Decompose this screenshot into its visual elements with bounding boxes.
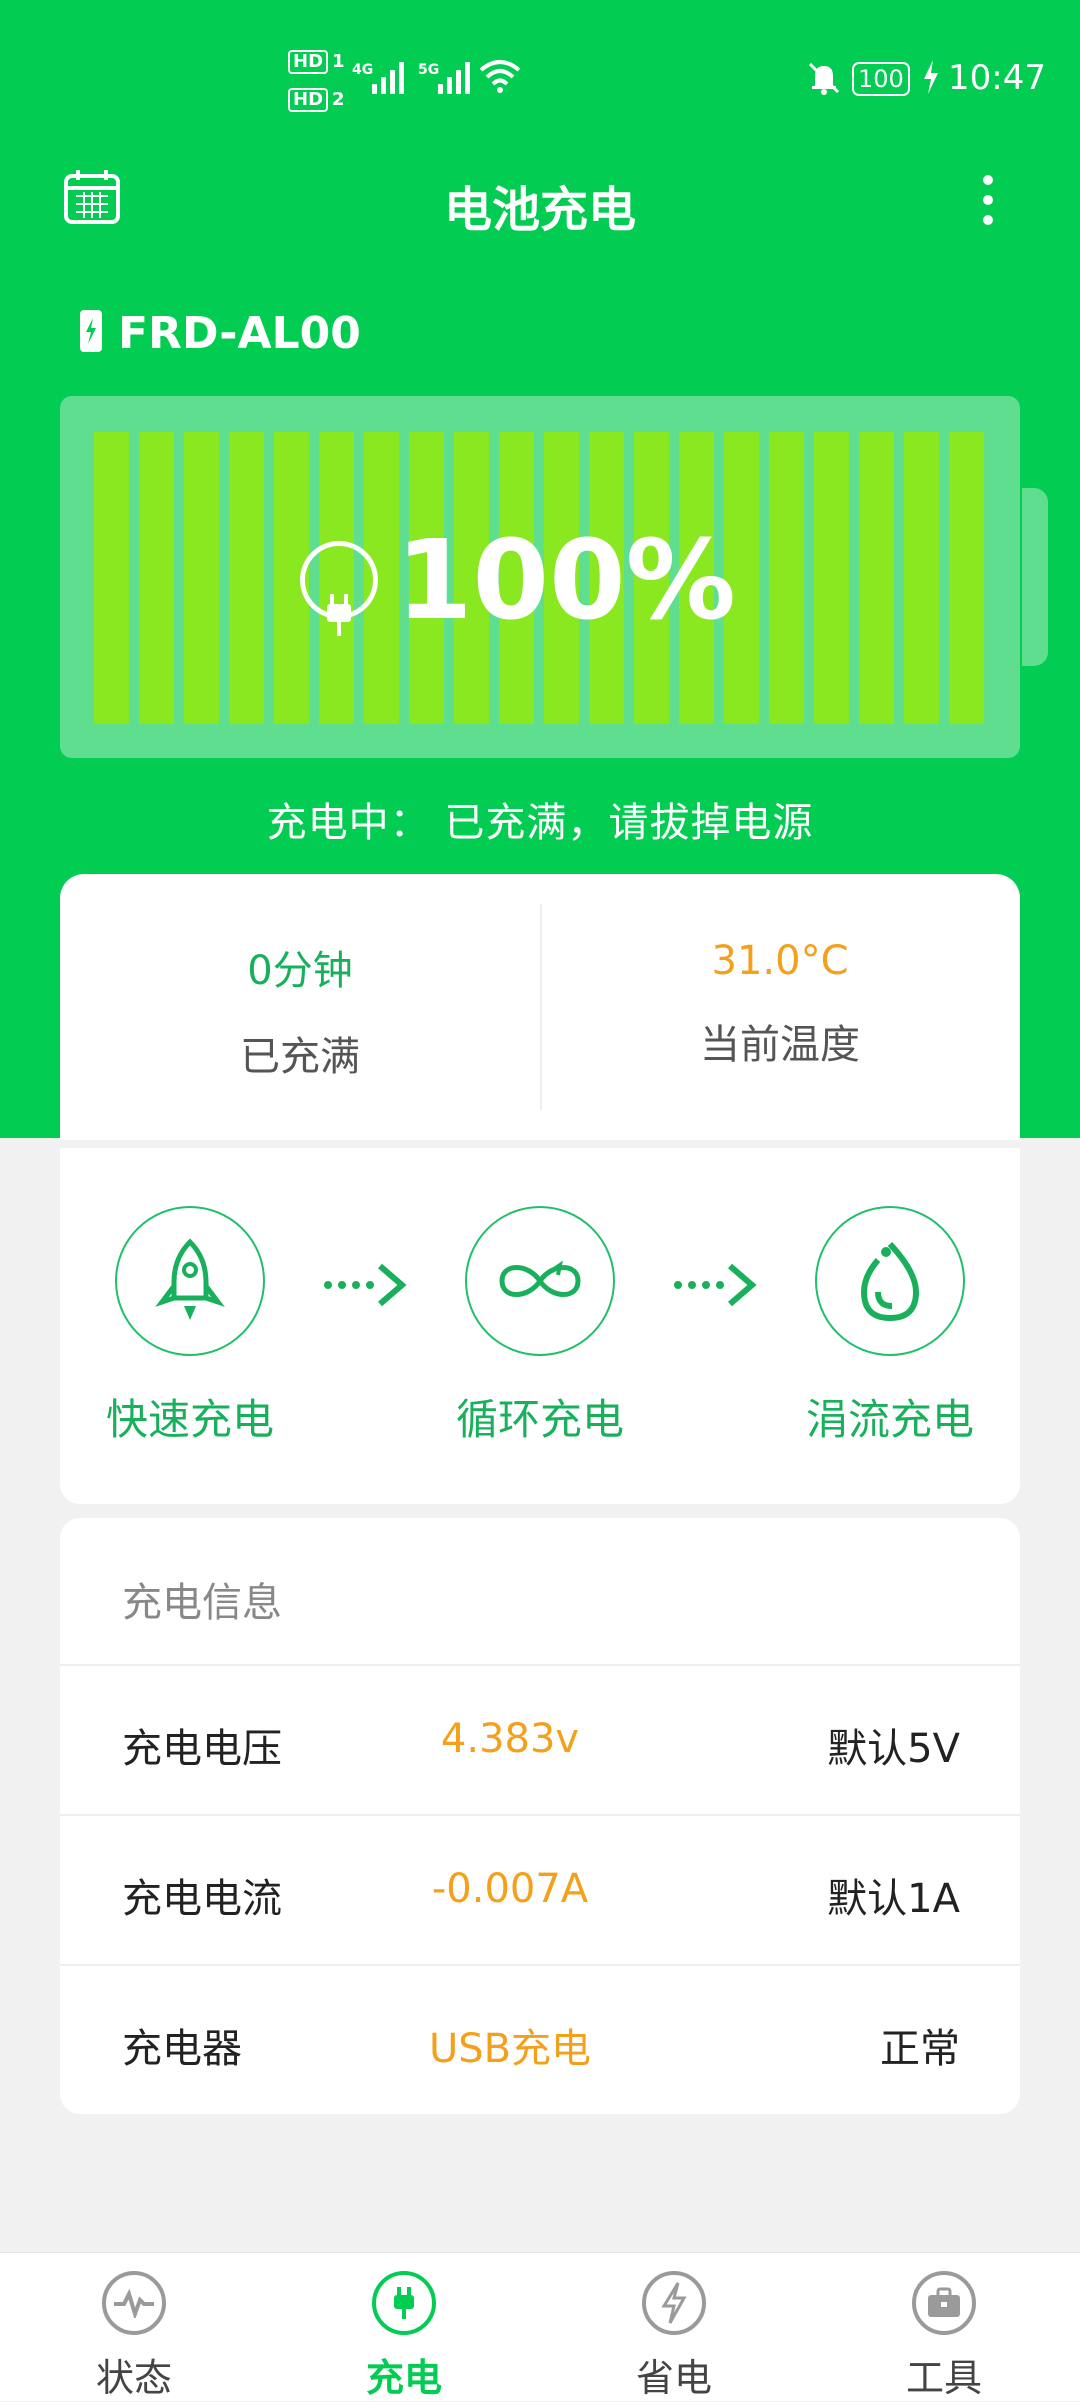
nav-label: 充电 [365, 2356, 442, 2400]
battery-cell [139, 432, 174, 724]
info-value: -0.007A [431, 1866, 589, 1912]
wifi-icon [479, 60, 521, 93]
network-type-1: 4G [352, 62, 374, 78]
arrow-right-icon [674, 1263, 757, 1307]
charge-modes-card: 快速充电 循环充电 涓流充电 [60, 1148, 1020, 1504]
drop-icon [815, 1206, 965, 1356]
mode-label: 涓流充电 [805, 1395, 974, 1444]
device-name: FRD-AL00 [118, 308, 361, 359]
charge-info-title: 充电信息 [122, 1580, 282, 1626]
info-note: 默认1A [827, 1876, 960, 1922]
mode-label: 循环充电 [455, 1395, 624, 1444]
charging-bolt-icon [924, 60, 938, 94]
info-value: USB充电 [428, 2026, 592, 2072]
mode-trickle-charge[interactable]: 涓流充电 [790, 1206, 990, 1447]
battery-cell [949, 432, 984, 724]
infinity-icon [465, 1206, 615, 1356]
charging-status-text: 充电中： 已充满，请拔掉电源 [266, 800, 814, 846]
nav-label: 省电 [635, 2356, 712, 2400]
hd-badges: HD 1 HD 2 [288, 50, 345, 126]
stat-value: 0分钟 [247, 948, 353, 994]
mode-cycle-charge[interactable]: 循环充电 [440, 1206, 640, 1447]
pulse-icon [102, 2271, 166, 2335]
plug-icon [372, 2271, 436, 2335]
signal-bars-2-icon [438, 60, 480, 94]
bottom-navigation: 状态 充电 省电 工具 [0, 2252, 1080, 2401]
nav-power-save[interactable]: 省电 [604, 2271, 744, 2402]
mode-label: 快速充电 [105, 1395, 274, 1444]
info-value: 4.383v [440, 1716, 580, 1762]
info-name: 充电电压 [122, 1726, 282, 1772]
battery-status-indicator: 100 [852, 62, 910, 96]
toolbox-icon [912, 2271, 976, 2335]
info-row-current: 充电电流 -0.007A 默认1A [60, 1814, 1020, 1964]
battery-graphic: 100% [60, 396, 1020, 758]
battery-cell [184, 432, 219, 724]
battery-terminal [1022, 488, 1048, 666]
battery-cell [859, 432, 894, 724]
more-menu-icon[interactable] [970, 170, 1006, 230]
nav-tools[interactable]: 工具 [874, 2271, 1014, 2402]
hd-badge-2: HD 2 [288, 88, 345, 112]
battery-cell [904, 432, 939, 724]
bell-muted-icon [808, 62, 840, 95]
clock: 10:47 [948, 58, 1046, 98]
signal-bars-1-icon [372, 60, 414, 94]
info-name: 充电电流 [122, 1876, 282, 1922]
info-row-charger: 充电器 USB充电 正常 [60, 1964, 1020, 2114]
device-label: FRD-AL00 [78, 308, 361, 359]
mode-fast-charge[interactable]: 快速充电 [90, 1206, 290, 1447]
battery-cell [94, 432, 129, 724]
nav-label: 工具 [905, 2356, 982, 2400]
nav-label: 状态 [95, 2356, 172, 2400]
stat-temperature: 31.0°C 当前温度 [540, 874, 1020, 1140]
stat-label: 当前温度 [700, 1022, 860, 1068]
nav-status[interactable]: 状态 [64, 2271, 204, 2402]
status-bar: HD 1 HD 2 4G 5G 100 10:47 [0, 40, 1080, 120]
phone-charging-icon [80, 310, 102, 352]
plug-icon [300, 541, 378, 636]
app-header: 电池充电 [0, 160, 1080, 240]
battery-percent-display: 100% [300, 516, 736, 644]
battery-cell [769, 432, 804, 724]
nav-charge[interactable]: 充电 [334, 2271, 474, 2402]
hd-badge-1: HD 1 [288, 50, 345, 74]
info-note: 默认5V [827, 1726, 960, 1772]
battery-cell [229, 432, 264, 724]
stat-full-time: 0分钟 已充满 [60, 874, 540, 1140]
charge-info-card: 充电信息 充电电压 4.383v 默认5V 充电电流 -0.007A 默认1A … [60, 1518, 1020, 2114]
stat-value: 31.0°C [711, 938, 849, 984]
info-row-voltage: 充电电压 4.383v 默认5V [60, 1664, 1020, 1814]
arrow-right-icon [324, 1263, 407, 1307]
page-title: 电池充电 [443, 182, 636, 238]
battery-percent: 100% [396, 516, 736, 644]
bolt-icon [642, 2271, 706, 2335]
stat-label: 已充满 [240, 1034, 360, 1080]
info-name: 充电器 [122, 2026, 242, 2072]
info-note: 正常 [880, 2026, 960, 2072]
rocket-icon [115, 1206, 265, 1356]
battery-cell [814, 432, 849, 724]
charge-stats-card: 0分钟 已充满 31.0°C 当前温度 [60, 874, 1020, 1140]
network-type-2: 5G [418, 62, 440, 78]
